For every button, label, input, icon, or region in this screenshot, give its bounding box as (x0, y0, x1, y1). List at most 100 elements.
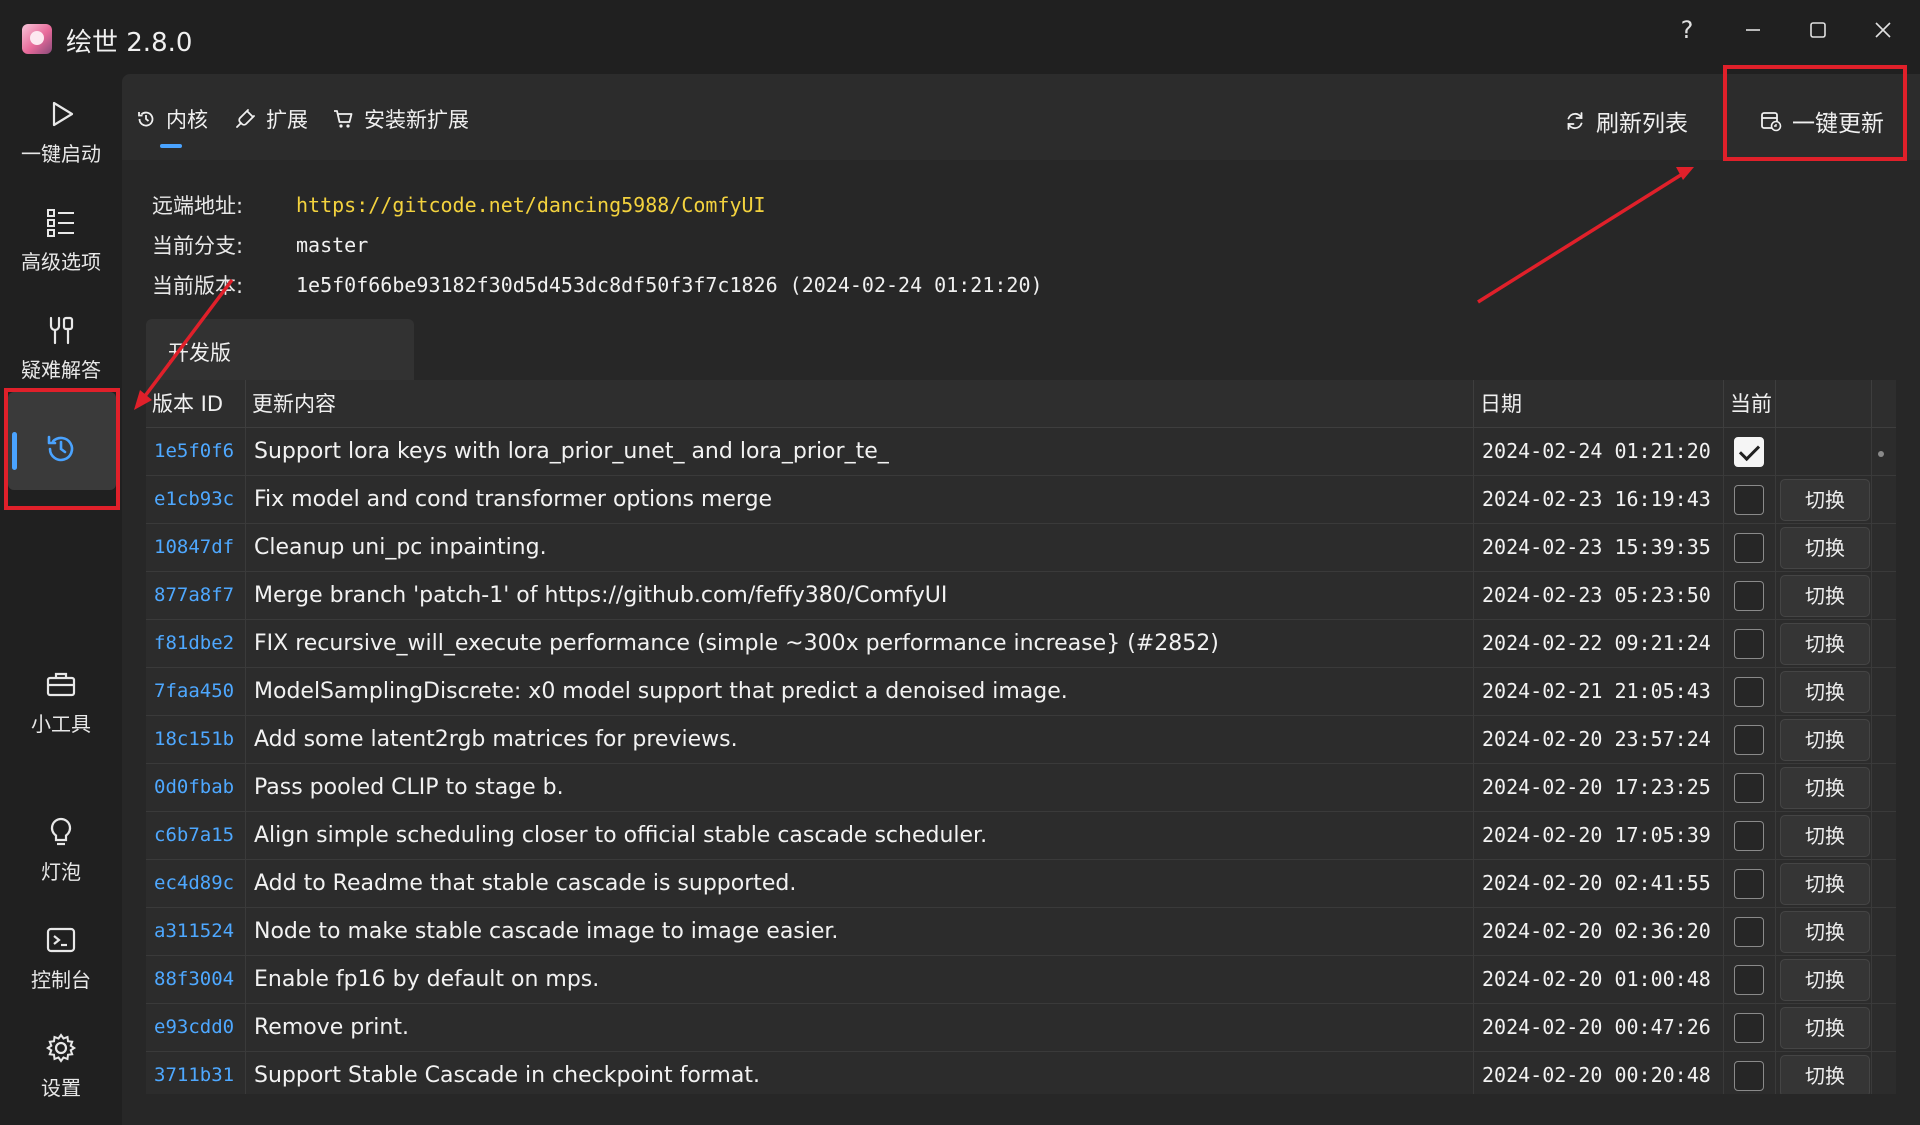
commit-id[interactable]: f81dbe2 (146, 620, 246, 668)
switch-button[interactable]: 切换 (1780, 527, 1870, 569)
current-checkbox[interactable] (1734, 533, 1764, 563)
header-date[interactable]: 日期 (1474, 380, 1724, 428)
console-icon (46, 927, 76, 953)
switch-button[interactable]: 切换 (1780, 815, 1870, 857)
table-row[interactable]: a311524 Node to make stable cascade image… (146, 908, 1896, 956)
switch-button[interactable]: 切换 (1780, 911, 1870, 953)
table-row[interactable]: e93cdd0 Remove print. 2024-02-20 00:47:26 切… (146, 1004, 1896, 1052)
current-checkbox[interactable] (1734, 581, 1764, 611)
switch-button[interactable]: 切换 (1780, 479, 1870, 521)
table-row[interactable]: 1e5f0f6 Support lora keys with lora_prior… (146, 428, 1896, 476)
header-message[interactable]: 更新内容 (246, 380, 1474, 428)
switch-button[interactable]: 切换 (1780, 575, 1870, 617)
action-cell (1776, 428, 1872, 476)
header-current[interactable]: 当前 (1724, 380, 1776, 428)
header-id[interactable]: 版本 ID (146, 380, 246, 428)
current-checkbox[interactable] (1734, 485, 1764, 515)
sidebar-item-bulb[interactable]: 灯泡 (0, 816, 122, 885)
sidebar-item-tools[interactable]: 小工具 (0, 668, 122, 737)
commit-id[interactable]: c6b7a15 (146, 812, 246, 860)
plug-icon (236, 109, 255, 128)
current-checkbox[interactable] (1734, 821, 1764, 851)
table-row[interactable]: ec4d89c Add to Readme that stable cascade… (146, 860, 1896, 908)
commit-message: Merge branch 'patch-1' of https://github… (246, 572, 1474, 620)
table-row[interactable]: f81dbe2 FIX recursive_will_execute perfor… (146, 620, 1896, 668)
current-checkbox[interactable] (1734, 869, 1764, 899)
current-checkbox[interactable] (1734, 725, 1764, 755)
current-checkbox[interactable] (1734, 437, 1764, 467)
switch-button[interactable]: 切换 (1780, 719, 1870, 761)
close-button[interactable] (1858, 10, 1908, 50)
table-row[interactable]: 10847df Cleanup uni_pc inpainting. 2024-02… (146, 524, 1896, 572)
table-row[interactable]: 88f3004 Enable fp16 by default on mps. 202… (146, 956, 1896, 1004)
commit-id[interactable]: e93cdd0 (146, 1004, 246, 1052)
sidebar-item-console[interactable]: 控制台 (0, 924, 122, 993)
commit-id[interactable]: 10847df (146, 524, 246, 572)
table-row[interactable]: e1cb93c Fix model and cond transformer op… (146, 476, 1896, 524)
close-icon (1875, 22, 1891, 38)
sidebar-item-advanced[interactable]: 高级选项 (0, 206, 122, 275)
table-body: 1e5f0f6 Support lora keys with lora_prior… (146, 428, 1896, 1094)
scrollbar[interactable] (1878, 451, 1884, 457)
update-icon (1761, 112, 1782, 132)
refresh-list-button[interactable]: 刷新列表 (1564, 104, 1688, 138)
commit-id[interactable]: 88f3004 (146, 956, 246, 1004)
table-row[interactable]: 0d0fbab Pass pooled CLIP to stage b. 2024-… (146, 764, 1896, 812)
main-panel: 内核 扩展 安装新扩展 刷新列表 一键更新 远端地址: https://gitc… (122, 74, 1920, 1125)
switch-button[interactable]: 切换 (1780, 959, 1870, 1001)
commit-date: 2024-02-20 01:00:48 (1474, 956, 1724, 1004)
tab-label: 安装新扩展 (364, 108, 469, 132)
current-cell (1724, 956, 1776, 1004)
current-checkbox[interactable] (1734, 965, 1764, 995)
commit-id[interactable]: 7faa450 (146, 668, 246, 716)
current-checkbox[interactable] (1734, 917, 1764, 947)
current-checkbox[interactable] (1734, 629, 1764, 659)
commit-id[interactable]: a311524 (146, 908, 246, 956)
table-row[interactable]: 877a8f7 Merge branch 'patch-1' of https:/… (146, 572, 1896, 620)
list-icon (47, 209, 74, 237)
commit-id[interactable]: 1e5f0f6 (146, 428, 246, 476)
table-row[interactable]: 18c151b Add some latent2rgb matrices for … (146, 716, 1896, 764)
help-button[interactable]: ? (1662, 10, 1712, 50)
commit-id[interactable]: 3711b31 (146, 1052, 246, 1094)
switch-button[interactable]: 切换 (1780, 623, 1870, 665)
toolbox-icon (46, 672, 76, 697)
commit-id[interactable]: 18c151b (146, 716, 246, 764)
tab-install-extension[interactable]: 安装新扩展 (332, 104, 469, 134)
sidebar-item-label: 设置 (41, 1076, 81, 1100)
table-row[interactable]: 7faa450 ModelSamplingDiscrete: x0 model s… (146, 668, 1896, 716)
current-checkbox[interactable] (1734, 1013, 1764, 1043)
table-row[interactable]: 3711b31 Support Stable Cascade in checkpo… (146, 1052, 1896, 1094)
action-cell: 切换 (1776, 812, 1872, 860)
tab-core[interactable]: 内核 (136, 104, 208, 134)
tab-dev-version[interactable]: 开发版 (146, 319, 414, 383)
commit-id[interactable]: ec4d89c (146, 860, 246, 908)
sidebar-item-settings[interactable]: 设置 (0, 1032, 122, 1101)
switch-button[interactable]: 切换 (1780, 767, 1870, 809)
sidebar-item-launch[interactable]: 一键启动 (0, 98, 122, 167)
current-checkbox[interactable] (1734, 1061, 1764, 1091)
maximize-button[interactable] (1793, 10, 1843, 50)
action-cell: 切换 (1776, 956, 1872, 1004)
remote-address-row: 远端地址: https://gitcode.net/dancing5988/Co… (152, 190, 766, 220)
table-row[interactable]: c6b7a15 Align simple scheduling closer to… (146, 812, 1896, 860)
switch-button[interactable]: 切换 (1780, 671, 1870, 713)
switch-button[interactable]: 切换 (1780, 863, 1870, 905)
remote-url[interactable]: https://gitcode.net/dancing5988/ComfyUI (296, 193, 766, 217)
switch-button[interactable]: 切换 (1780, 1007, 1870, 1049)
commit-id[interactable]: e1cb93c (146, 476, 246, 524)
branch-value: master (296, 233, 369, 257)
switch-button[interactable]: 切换 (1780, 1055, 1870, 1094)
minimize-button[interactable] (1728, 10, 1778, 50)
commit-date: 2024-02-20 17:05:39 (1474, 812, 1724, 860)
current-checkbox[interactable] (1734, 677, 1764, 707)
minimize-icon (1746, 29, 1760, 31)
commit-date: 2024-02-23 15:39:35 (1474, 524, 1724, 572)
tab-extensions[interactable]: 扩展 (234, 104, 308, 134)
commit-id[interactable]: 0d0fbab (146, 764, 246, 812)
sidebar-item-troubleshoot[interactable]: 疑难解答 (0, 314, 122, 383)
current-checkbox[interactable] (1734, 773, 1764, 803)
one-click-update-button[interactable]: 一键更新 (1760, 104, 1884, 138)
history-icon (138, 111, 154, 127)
commit-id[interactable]: 877a8f7 (146, 572, 246, 620)
